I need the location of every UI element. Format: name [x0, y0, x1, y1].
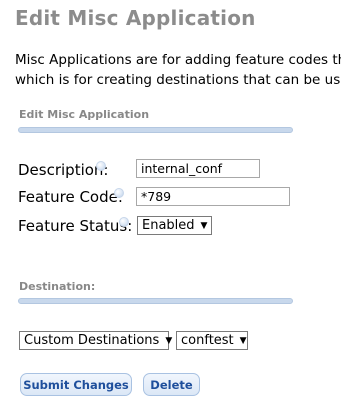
- chevron-down-icon: ▼: [200, 220, 208, 231]
- chevron-down-icon: ▼: [165, 335, 173, 346]
- intro-line-2: which is for creating destinations that …: [15, 72, 341, 88]
- description-label: Description:: [18, 161, 109, 179]
- feature-status-label: Feature Status:: [18, 217, 133, 235]
- intro-line-1: Misc Applications are for adding feature…: [15, 52, 341, 68]
- feature-code-field[interactable]: [136, 187, 290, 206]
- destination-type-value: Custom Destinations: [24, 333, 160, 348]
- section-divider-destination: [18, 298, 293, 304]
- section-divider-edit: [18, 127, 293, 133]
- help-bubble-icon[interactable]: [114, 188, 124, 198]
- delete-button[interactable]: Delete: [143, 373, 200, 396]
- submit-changes-button[interactable]: Submit Changes: [20, 373, 132, 396]
- section-heading-destination: Destination:: [19, 280, 96, 293]
- destination-target-value: conftest: [181, 333, 234, 348]
- feature-status-value: Enabled: [142, 218, 195, 233]
- help-bubble-icon[interactable]: [96, 161, 106, 171]
- chevron-down-icon: ▼: [239, 335, 247, 346]
- feature-code-label: Feature Code:: [18, 188, 123, 206]
- destination-type-select[interactable]: Custom Destinations ▼: [19, 331, 173, 350]
- help-bubble-icon[interactable]: [119, 217, 129, 227]
- destination-target-select[interactable]: conftest ▼: [176, 331, 248, 350]
- feature-status-select[interactable]: Enabled ▼: [137, 216, 212, 235]
- description-field[interactable]: [136, 159, 260, 178]
- intro-text: Misc Applications are for adding feature…: [15, 50, 341, 90]
- page-title: Edit Misc Application: [15, 6, 256, 30]
- section-heading-edit: Edit Misc Application: [19, 108, 150, 121]
